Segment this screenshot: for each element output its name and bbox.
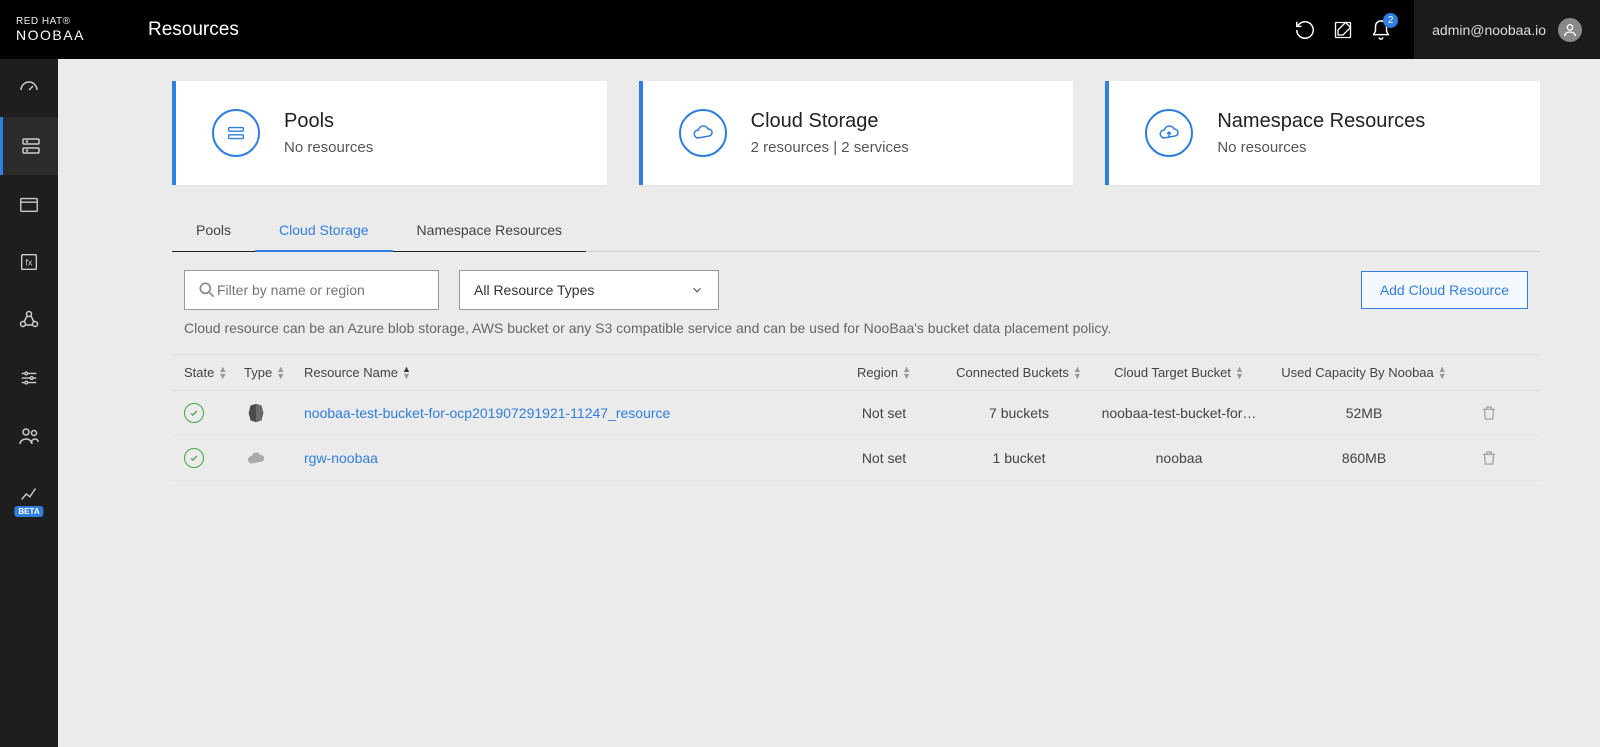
col-type[interactable]: Type▲▼ bbox=[244, 365, 304, 380]
table-row: noobaa-test-bucket-for-ocp201907291921-1… bbox=[172, 391, 1540, 436]
cell-buckets: 1 bucket bbox=[944, 450, 1094, 466]
delete-button[interactable] bbox=[1464, 404, 1514, 422]
col-capacity[interactable]: Used Capacity By Noobaa▲▼ bbox=[1264, 365, 1464, 380]
namespace-icon bbox=[1145, 109, 1193, 157]
card-title: Namespace Resources bbox=[1217, 110, 1425, 133]
cell-region: Not set bbox=[824, 450, 944, 466]
col-state[interactable]: State▲▼ bbox=[184, 365, 244, 380]
card-subtitle: No resources bbox=[1217, 139, 1425, 156]
sidebar-item-settings[interactable] bbox=[0, 349, 58, 407]
sidebar-item-functions[interactable]: fx bbox=[0, 233, 58, 291]
filter-input-wrap[interactable] bbox=[184, 270, 439, 310]
sidebar-item-cluster[interactable] bbox=[0, 291, 58, 349]
brand-line2: NOOBAA bbox=[16, 27, 108, 43]
sidebar-item-resources[interactable] bbox=[0, 117, 58, 175]
svg-text:fx: fx bbox=[25, 258, 33, 268]
card-subtitle: No resources bbox=[284, 139, 373, 156]
cell-target: noobaa-test-bucket-for… bbox=[1094, 405, 1264, 421]
sidebar-item-buckets[interactable] bbox=[0, 175, 58, 233]
filter-input[interactable] bbox=[217, 282, 426, 298]
col-name[interactable]: Resource Name▲▼ bbox=[304, 365, 824, 380]
card-subtitle: 2 resources | 2 services bbox=[751, 139, 909, 156]
cell-capacity: 52MB bbox=[1264, 405, 1464, 421]
cloud-icon bbox=[679, 109, 727, 157]
sidebar-item-accounts[interactable] bbox=[0, 407, 58, 465]
sidebar: fx BETA bbox=[0, 59, 58, 747]
resource-type-select[interactable]: All Resource Types bbox=[459, 270, 719, 310]
tab-namespace[interactable]: Namespace Resources bbox=[393, 210, 587, 252]
top-header: RED HAT® NOOBAA Resources 2 admin@noobaa… bbox=[0, 0, 1600, 59]
delete-button[interactable] bbox=[1464, 449, 1514, 467]
brand-line1: RED HAT® bbox=[16, 16, 108, 27]
type-cloud-icon bbox=[244, 448, 268, 468]
avatar-icon bbox=[1558, 18, 1582, 42]
card-namespace[interactable]: Namespace Resources No resources bbox=[1105, 81, 1540, 185]
user-menu[interactable]: admin@noobaa.io bbox=[1414, 0, 1600, 59]
page-title: Resources bbox=[148, 19, 239, 41]
sidebar-item-analytics[interactable]: BETA bbox=[0, 465, 58, 523]
beta-badge: BETA bbox=[14, 506, 43, 517]
card-cloud-storage[interactable]: Cloud Storage 2 resources | 2 services bbox=[639, 81, 1074, 185]
card-title: Cloud Storage bbox=[751, 110, 909, 133]
notifications-icon[interactable]: 2 bbox=[1362, 11, 1400, 49]
col-region[interactable]: Region▲▼ bbox=[824, 365, 944, 380]
help-text: Cloud resource can be an Azure blob stor… bbox=[172, 320, 1540, 354]
state-ok-icon bbox=[184, 448, 204, 468]
col-target[interactable]: Cloud Target Bucket▲▼ bbox=[1094, 365, 1264, 380]
main-content: Pools No resources Cloud Storage 2 resou… bbox=[58, 59, 1600, 747]
select-value: All Resource Types bbox=[474, 282, 594, 298]
sidebar-item-dashboard[interactable] bbox=[0, 59, 58, 117]
user-email: admin@noobaa.io bbox=[1432, 22, 1546, 38]
tab-pools[interactable]: Pools bbox=[172, 210, 255, 252]
resource-name-link[interactable]: rgw-noobaa bbox=[304, 450, 378, 466]
table-header: State▲▼ Type▲▼ Resource Name▲▼ Region▲▼ … bbox=[172, 354, 1540, 391]
cell-buckets: 7 buckets bbox=[944, 405, 1094, 421]
refresh-icon[interactable] bbox=[1286, 11, 1324, 49]
compose-icon[interactable] bbox=[1324, 11, 1362, 49]
col-buckets[interactable]: Connected Buckets▲▼ bbox=[944, 365, 1094, 380]
state-ok-icon bbox=[184, 403, 204, 423]
brand-logo[interactable]: RED HAT® NOOBAA bbox=[0, 0, 108, 59]
card-pools[interactable]: Pools No resources bbox=[172, 81, 607, 185]
search-icon bbox=[197, 280, 217, 300]
cell-target: noobaa bbox=[1094, 450, 1264, 466]
tabs: Pools Cloud Storage Namespace Resources bbox=[172, 209, 1540, 252]
resources-table: State▲▼ Type▲▼ Resource Name▲▼ Region▲▼ … bbox=[172, 354, 1540, 481]
chevron-down-icon bbox=[690, 283, 704, 297]
cell-region: Not set bbox=[824, 405, 944, 421]
tab-cloud-storage[interactable]: Cloud Storage bbox=[255, 210, 393, 252]
resource-name-link[interactable]: noobaa-test-bucket-for-ocp201907291921-1… bbox=[304, 405, 670, 421]
card-title: Pools bbox=[284, 110, 373, 133]
notification-badge: 2 bbox=[1383, 13, 1398, 28]
pools-icon bbox=[212, 109, 260, 157]
table-row: rgw-noobaa Not set 1 bucket noobaa 860MB bbox=[172, 436, 1540, 481]
type-s3-icon bbox=[244, 403, 268, 423]
cell-capacity: 860MB bbox=[1264, 450, 1464, 466]
add-cloud-resource-button[interactable]: Add Cloud Resource bbox=[1361, 271, 1528, 309]
